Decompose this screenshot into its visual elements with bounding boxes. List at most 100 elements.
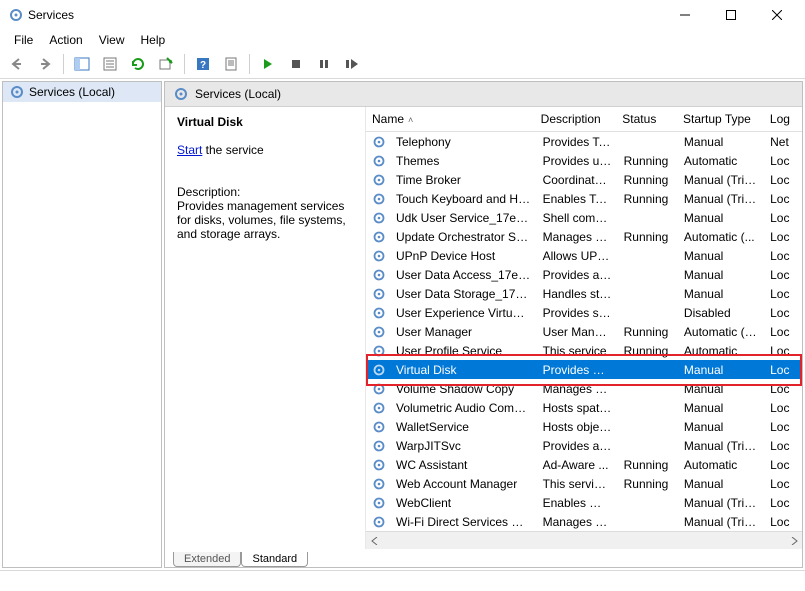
export-list-button[interactable]: [153, 51, 179, 77]
gear-icon: [372, 154, 386, 168]
column-headers: Name˄ Description Status Startup Type Lo…: [366, 107, 802, 132]
gear-icon: [372, 439, 386, 453]
menu-file[interactable]: File: [6, 31, 41, 49]
start-service-button[interactable]: [255, 51, 281, 77]
table-row[interactable]: User ManagerUser Manag...RunningAutomati…: [366, 322, 802, 341]
col-logon[interactable]: Log: [764, 108, 802, 130]
view-tabs: Extended Standard: [165, 549, 802, 567]
gear-icon: [372, 515, 386, 529]
col-startup[interactable]: Startup Type: [677, 108, 764, 130]
gear-icon: [9, 84, 25, 100]
table-row[interactable]: User Data Access_17eb52afProvides ap...M…: [366, 265, 802, 284]
tree-pane: Services (Local): [2, 81, 162, 568]
gear-icon: [372, 344, 386, 358]
refresh-button[interactable]: [125, 51, 151, 77]
gear-icon: [372, 496, 386, 510]
table-row[interactable]: WalletServiceHosts objec...ManualLoc: [366, 417, 802, 436]
start-service-link[interactable]: Start: [177, 143, 202, 157]
col-name[interactable]: Name˄: [366, 108, 535, 130]
maximize-button[interactable]: [717, 5, 745, 25]
tab-standard[interactable]: Standard: [241, 552, 308, 567]
gear-icon: [372, 420, 386, 434]
table-row[interactable]: ThemesProvides us...RunningAutomaticLoc: [366, 151, 802, 170]
gear-icon: [372, 268, 386, 282]
table-row[interactable]: Time BrokerCoordinates...RunningManual (…: [366, 170, 802, 189]
stop-service-button[interactable]: [283, 51, 309, 77]
sort-asc-icon: ˄: [408, 115, 413, 125]
scroll-left-icon[interactable]: [366, 533, 383, 548]
table-row[interactable]: Udk User Service_17eb52afShell comp...Ma…: [366, 208, 802, 227]
description-label: Description:: [177, 185, 353, 199]
table-row[interactable]: WebClientEnables Win...Manual (Trig...Lo…: [366, 493, 802, 512]
menubar: File Action View Help: [0, 30, 805, 50]
table-row[interactable]: Update Orchestrator ServiceManages W...R…: [366, 227, 802, 246]
gear-icon: [372, 401, 386, 415]
gear-icon: [372, 230, 386, 244]
gear-icon: [372, 135, 386, 149]
back-button[interactable]: [4, 51, 30, 77]
table-row[interactable]: TelephonyProvides Tel...ManualNet: [366, 132, 802, 151]
table-row[interactable]: WC AssistantAd-Aware ...RunningAutomatic…: [366, 455, 802, 474]
titlebar: Services: [0, 0, 805, 30]
col-status[interactable]: Status: [616, 108, 677, 130]
cell-status: [618, 271, 678, 279]
forward-button[interactable]: [32, 51, 58, 77]
cell-status: Running: [618, 188, 678, 210]
gear-icon: [372, 363, 386, 377]
pause-service-button[interactable]: [311, 51, 337, 77]
gear-icon: [372, 325, 386, 339]
table-row[interactable]: User Data Storage_17eb52afHandles sto...…: [366, 284, 802, 303]
help-button[interactable]: ?: [190, 51, 216, 77]
tab-extended[interactable]: Extended: [173, 552, 241, 567]
start-suffix: the service: [202, 143, 263, 157]
tree-item-label: Services (Local): [29, 85, 115, 99]
cell-status: [618, 499, 678, 507]
minimize-button[interactable]: [671, 5, 699, 25]
menu-view[interactable]: View: [91, 31, 133, 49]
table-row[interactable]: User Profile ServiceThis serviceRunningA…: [366, 341, 802, 360]
window-title: Services: [24, 8, 671, 22]
cell-description: Manages co...: [537, 511, 618, 532]
cell-status: [618, 442, 678, 450]
menu-help[interactable]: Help: [133, 31, 174, 49]
cell-status: [618, 518, 678, 526]
selected-service-name: Virtual Disk: [177, 115, 353, 129]
scroll-right-icon[interactable]: [785, 533, 802, 548]
gear-icon: [372, 287, 386, 301]
gear-icon: [372, 173, 386, 187]
tree-item-services-local[interactable]: Services (Local): [3, 82, 161, 102]
col-description[interactable]: Description: [535, 108, 617, 130]
properties-button[interactable]: [97, 51, 123, 77]
list-header-bar: Services (Local): [165, 82, 802, 107]
cell-startup: Manual (Trig...: [678, 511, 764, 532]
properties-sheet-button[interactable]: [218, 51, 244, 77]
toolbar: ?: [0, 50, 805, 79]
service-list: Name˄ Description Status Startup Type Lo…: [365, 107, 802, 549]
table-row[interactable]: Web Account ManagerThis service ...Runni…: [366, 474, 802, 493]
show-hide-tree-button[interactable]: [69, 51, 95, 77]
table-row[interactable]: Volume Shadow CopyManages an...ManualLoc: [366, 379, 802, 398]
horizontal-scrollbar[interactable]: [366, 531, 802, 549]
gear-icon: [372, 382, 386, 396]
table-row[interactable]: UPnP Device HostAllows UPn...ManualLoc: [366, 246, 802, 265]
cell-status: [618, 385, 678, 393]
cell-name: Wi-Fi Direct Services Conne...: [390, 511, 537, 532]
cell-status: Running: [618, 226, 678, 248]
table-row[interactable]: Touch Keyboard and Hand...Enables Tou...…: [366, 189, 802, 208]
menu-action[interactable]: Action: [41, 31, 90, 49]
statusbar: [0, 570, 805, 591]
cell-status: Running: [618, 473, 678, 495]
table-row[interactable]: Virtual DiskProvides m...ManualLoc: [366, 360, 802, 379]
table-row[interactable]: User Experience Virtualizati...Provides …: [366, 303, 802, 322]
table-row[interactable]: WarpJITSvcProvides a JI...Manual (Trig..…: [366, 436, 802, 455]
cell-status: [618, 252, 678, 260]
table-row[interactable]: Volumetric Audio Composit...Hosts spatia…: [366, 398, 802, 417]
detail-pane: Virtual Disk Start the service Descripti…: [165, 107, 365, 549]
gear-icon: [372, 249, 386, 263]
cell-status: [618, 309, 678, 317]
cell-status: [618, 423, 678, 431]
description-text: Provides management services for disks, …: [177, 199, 353, 241]
table-row[interactable]: Wi-Fi Direct Services Conne...Manages co…: [366, 512, 802, 531]
close-button[interactable]: [763, 5, 791, 25]
restart-service-button[interactable]: [339, 51, 365, 77]
